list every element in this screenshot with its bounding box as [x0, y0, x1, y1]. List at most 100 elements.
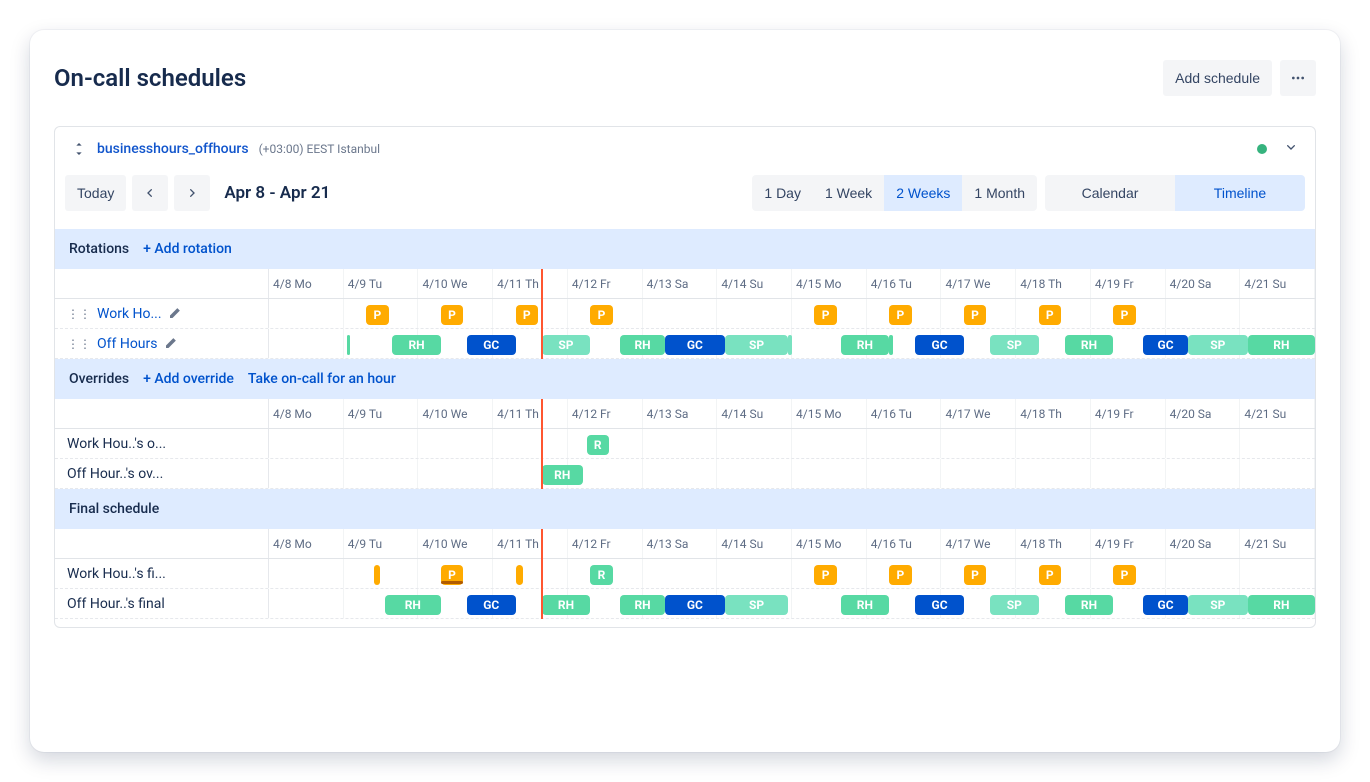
- shift-block-RH[interactable]: [347, 335, 350, 355]
- timeline-cell: [717, 459, 792, 488]
- shift-block-RH[interactable]: RH: [542, 465, 583, 485]
- shift-block-GC[interactable]: GC: [467, 335, 516, 355]
- rotation-name[interactable]: Off Hours: [97, 336, 158, 352]
- shift-block-P[interactable]: P: [1039, 565, 1061, 585]
- day-header-cell: 4/17 We: [941, 529, 1016, 558]
- prev-range-button[interactable]: [132, 175, 168, 211]
- shift-block-P[interactable]: P: [889, 565, 911, 585]
- chevron-left-icon: [142, 185, 158, 201]
- range-2weeks[interactable]: 2 Weeks: [884, 175, 962, 211]
- shift-block-P[interactable]: P: [366, 305, 388, 325]
- shift-block-P[interactable]: P: [889, 305, 911, 325]
- shift-block-RH[interactable]: RH: [620, 335, 665, 355]
- timeline-cell: [1166, 459, 1241, 488]
- pencil-icon[interactable]: [168, 304, 184, 323]
- shift-block-RH[interactable]: RH: [841, 595, 890, 615]
- shift-block-P[interactable]: P: [441, 305, 463, 325]
- shift-block-RH[interactable]: RH: [542, 595, 591, 615]
- shift-block-P[interactable]: P: [814, 305, 836, 325]
- shift-block-RH[interactable]: RH: [1248, 595, 1315, 615]
- add-schedule-button[interactable]: Add schedule: [1163, 60, 1272, 96]
- shift-block-GC[interactable]: GC: [665, 335, 725, 355]
- day-header-cell: 4/18 Th: [1016, 269, 1091, 298]
- view-calendar[interactable]: Calendar: [1045, 175, 1175, 211]
- shift-block-RH[interactable]: RH: [1248, 335, 1315, 355]
- timeline-cell: [493, 559, 568, 588]
- shift-block-RH[interactable]: RH: [1065, 595, 1114, 615]
- timeline-cell: [717, 299, 792, 328]
- shift-block-SP[interactable]: SP: [1188, 335, 1248, 355]
- timeline-cell: [717, 559, 792, 588]
- schedule-name[interactable]: businesshours_offhours: [97, 141, 249, 157]
- shift-block-GC[interactable]: GC: [665, 595, 725, 615]
- range-1month[interactable]: 1 Month: [962, 175, 1037, 211]
- shift-block-P[interactable]: P: [516, 305, 538, 325]
- shift-block-P[interactable]: P: [814, 565, 836, 585]
- timeline-cell: [418, 459, 493, 488]
- shift-block-P[interactable]: P: [1113, 305, 1135, 325]
- shift-block-P[interactable]: [516, 565, 523, 585]
- day-header-cell: 4/12 Fr: [568, 269, 643, 298]
- shift-block-GC[interactable]: GC: [915, 595, 964, 615]
- rotations-grid: 4/8 Mo4/9 Tu4/10 We4/11 Th4/12 Fr4/13 Sa…: [55, 269, 1315, 359]
- shift-block-SP[interactable]: [788, 335, 792, 355]
- chevron-down-icon: [1283, 139, 1299, 155]
- timeline-cell: [867, 459, 942, 488]
- section-overrides-title: Overrides: [69, 371, 129, 387]
- shift-block-R[interactable]: R: [590, 565, 612, 585]
- shift-block-P[interactable]: P: [590, 305, 612, 325]
- shift-block-RH[interactable]: RH: [392, 335, 441, 355]
- day-header-row: 4/8 Mo4/9 Tu4/10 We4/11 Th4/12 Fr4/13 Sa…: [55, 269, 1315, 299]
- day-header-row: 4/8 Mo4/9 Tu4/10 We4/11 Th4/12 Fr4/13 Sa…: [55, 399, 1315, 429]
- shift-block-GC[interactable]: GC: [915, 335, 964, 355]
- day-header-cell: 4/9 Tu: [344, 269, 419, 298]
- shift-block-SP[interactable]: SP: [725, 595, 789, 615]
- override-row: Work Hou..'s o...R: [55, 429, 1315, 459]
- add-override-link[interactable]: + Add override: [143, 371, 234, 387]
- take-oncall-link[interactable]: Take on-call for an hour: [248, 371, 396, 387]
- shift-block-RH[interactable]: RH: [1065, 335, 1114, 355]
- timeline-cell: [792, 429, 867, 458]
- shift-block-GC[interactable]: GC: [467, 595, 516, 615]
- shift-block-SP[interactable]: SP: [542, 335, 591, 355]
- next-range-button[interactable]: [174, 175, 210, 211]
- day-header-cell: 4/21 Su: [1240, 269, 1315, 298]
- shift-block-SP[interactable]: SP: [725, 335, 789, 355]
- app-window: On-call schedules Add schedule businessh…: [30, 30, 1340, 752]
- shift-block-SP[interactable]: SP: [990, 595, 1039, 615]
- view-timeline[interactable]: Timeline: [1175, 175, 1305, 211]
- shift-block-P[interactable]: P: [1113, 565, 1135, 585]
- shift-block-GC[interactable]: GC: [1143, 595, 1188, 615]
- rotation-name[interactable]: Work Ho...: [97, 306, 162, 322]
- shift-block-P[interactable]: [374, 565, 380, 585]
- drag-handle-icon[interactable]: ⋮⋮: [67, 337, 91, 351]
- day-header-cell: 4/16 Tu: [867, 529, 942, 558]
- add-rotation-link[interactable]: + Add rotation: [143, 241, 232, 257]
- schedule-collapse-toggle[interactable]: [1283, 139, 1299, 159]
- shift-block-RH[interactable]: [889, 335, 893, 355]
- drag-handle-icon[interactable]: ⋮⋮: [67, 307, 91, 321]
- shift-block-P[interactable]: P: [964, 565, 986, 585]
- shift-block-P[interactable]: P: [441, 565, 463, 585]
- shift-block-GC[interactable]: GC: [1143, 335, 1188, 355]
- timeline-cell: [867, 429, 942, 458]
- pencil-icon[interactable]: [164, 334, 180, 353]
- today-button[interactable]: Today: [65, 175, 126, 211]
- day-header-spacer: [55, 529, 269, 558]
- day-header-cell: 4/13 Sa: [643, 529, 718, 558]
- timeline-cell: [1240, 429, 1315, 458]
- range-1day[interactable]: 1 Day: [752, 175, 813, 211]
- shift-block-SP[interactable]: SP: [1188, 595, 1248, 615]
- shift-block-SP[interactable]: SP: [990, 335, 1039, 355]
- section-overrides-header: Overrides + Add override Take on-call fo…: [55, 359, 1315, 399]
- shift-block-P[interactable]: P: [1039, 305, 1061, 325]
- shift-block-P[interactable]: P: [964, 305, 986, 325]
- shift-block-R[interactable]: R: [587, 435, 609, 455]
- day-header-cell: 4/14 Su: [717, 529, 792, 558]
- shift-block-RH[interactable]: RH: [385, 595, 441, 615]
- shift-block-RH[interactable]: RH: [620, 595, 665, 615]
- shift-block-RH[interactable]: RH: [841, 335, 890, 355]
- more-actions-button[interactable]: [1280, 60, 1316, 96]
- schedule-panel: businesshours_offhours (+03:00) EEST Ist…: [54, 126, 1316, 628]
- range-1week[interactable]: 1 Week: [813, 175, 884, 211]
